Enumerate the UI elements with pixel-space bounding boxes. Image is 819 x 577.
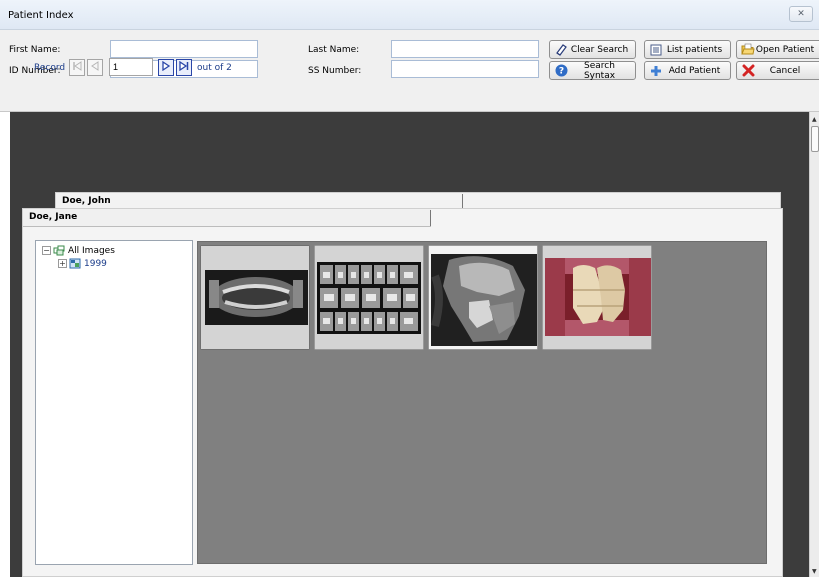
clear-search-button[interactable]: Clear Search <box>549 40 636 59</box>
panoramic-xray-image <box>201 246 309 349</box>
ss-number-label: SS Number: <box>308 66 362 76</box>
help-icon: ? <box>554 64 568 78</box>
image-set-icon <box>69 258 81 269</box>
plus-icon <box>649 64 663 78</box>
last-record-icon <box>179 60 189 74</box>
search-panel: First Name: ID Number: Last Name: SS Num… <box>0 30 819 112</box>
tab-divider <box>430 210 431 226</box>
record-number-input[interactable] <box>109 58 153 76</box>
patient-tab-front[interactable]: Doe, Jane <box>23 209 431 227</box>
patient-name-back: Doe, John <box>62 196 111 206</box>
svg-text:?: ? <box>558 67 563 77</box>
patient-name-front: Doe, Jane <box>29 212 78 222</box>
folder-open-icon <box>741 43 755 57</box>
record-count-label: out of 2 <box>197 63 232 73</box>
tree-node-1999[interactable]: + 1999 <box>58 258 107 269</box>
expand-icon[interactable]: + <box>58 259 67 268</box>
vertical-scrollbar[interactable]: ▲ ▼ <box>809 112 819 577</box>
close-window-button[interactable]: ✕ <box>789 6 813 22</box>
last-name-input[interactable] <box>391 40 539 58</box>
scroll-up-icon[interactable]: ▲ <box>812 116 817 123</box>
first-name-label: First Name: <box>9 45 61 55</box>
add-patient-label: Add Patient <box>668 65 721 76</box>
open-patient-button[interactable]: Open Patient <box>736 40 819 59</box>
add-patient-button[interactable]: Add Patient <box>644 61 731 80</box>
previous-record-button[interactable] <box>87 59 103 76</box>
eraser-icon <box>554 43 568 57</box>
list-icon <box>649 43 663 57</box>
first-record-button[interactable] <box>69 59 85 76</box>
next-record-button[interactable] <box>158 59 174 76</box>
tree-node-all-images[interactable]: − All Images <box>42 245 115 256</box>
tree-child-label: 1999 <box>84 258 107 269</box>
search-syntax-label: Search Syntax <box>583 60 616 81</box>
cancel-x-icon <box>741 64 755 78</box>
list-patients-button[interactable]: List patients <box>644 40 731 59</box>
search-syntax-button[interactable]: ? Search Syntax <box>549 60 636 81</box>
open-patient-label: Open Patient <box>755 44 815 55</box>
clear-search-label: Clear Search <box>570 44 629 55</box>
previous-record-icon <box>90 61 100 74</box>
record-label: Record <box>34 63 66 73</box>
scroll-thumb[interactable] <box>811 126 819 152</box>
ss-number-input[interactable] <box>391 60 539 78</box>
intraoral-photo-image <box>543 246 651 349</box>
cancel-label: Cancel <box>769 65 801 76</box>
cancel-button[interactable]: Cancel <box>736 61 819 80</box>
image-tree: − All Images + 1999 <box>35 240 193 565</box>
first-name-input[interactable] <box>110 40 258 58</box>
next-record-icon <box>161 60 171 74</box>
thumbnail-cephalometric-xray[interactable] <box>428 245 538 350</box>
bitewing-series-image <box>315 246 423 349</box>
last-name-label: Last Name: <box>308 45 360 55</box>
last-record-button[interactable] <box>176 59 192 76</box>
first-record-icon <box>72 61 82 74</box>
thumbnail-intraoral-photo[interactable] <box>542 245 652 350</box>
cephalometric-xray-image <box>429 246 537 349</box>
thumbnail-bitewing-series[interactable] <box>314 245 424 350</box>
thumbnail-panoramic-xray[interactable] <box>200 245 310 350</box>
close-icon: ✕ <box>797 9 805 19</box>
list-patients-label: List patients <box>666 44 723 55</box>
title-bar: Patient Index ✕ <box>0 0 819 30</box>
image-thumbnail-panel <box>197 241 767 564</box>
scroll-down-icon[interactable]: ▼ <box>812 568 817 575</box>
collapse-icon[interactable]: − <box>42 246 51 255</box>
window-title: Patient Index <box>8 10 74 21</box>
tree-root-label: All Images <box>68 245 115 256</box>
image-group-icon <box>53 245 65 256</box>
